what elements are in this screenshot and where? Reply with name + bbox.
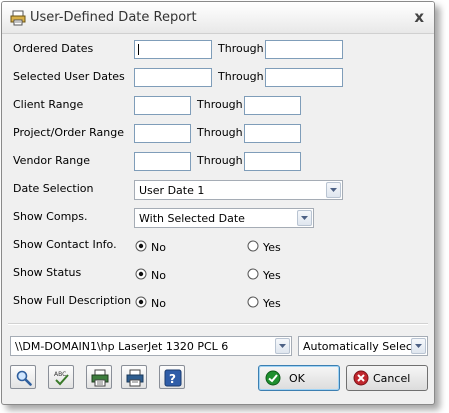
show-full-description-yes-label: Yes (263, 297, 281, 310)
svg-text:?: ? (169, 372, 176, 386)
ok-button[interactable]: OK (258, 365, 340, 391)
show-comps-value: With Selected Date (139, 212, 245, 225)
search-icon (16, 370, 32, 386)
close-icon[interactable]: x (414, 8, 424, 26)
show-status-no-label: No (151, 269, 166, 282)
ordered-dates-label: Ordered Dates (13, 42, 94, 55)
show-full-description-yes-radio[interactable] (247, 296, 259, 308)
selected-user-dates-through-label: Through (218, 70, 264, 83)
chevron-down-icon[interactable] (275, 338, 290, 354)
vendor-range-through-label: Through (197, 154, 243, 167)
title-bar: User-Defined Date Report x (2, 2, 434, 34)
client-range-to-input[interactable] (244, 96, 301, 115)
svg-text:ABC: ABC (54, 371, 66, 378)
cancel-label: Cancel (373, 372, 411, 385)
window-title: User-Defined Date Report (30, 10, 197, 25)
project-order-range-to-input[interactable] (244, 124, 301, 143)
print-preview-button[interactable] (86, 365, 112, 389)
date-selection-label: Date Selection (13, 182, 94, 195)
selected-user-dates-to-input[interactable] (265, 68, 343, 87)
project-order-range-through-label: Through (197, 126, 243, 139)
project-order-range-label: Project/Order Range (13, 126, 124, 139)
help-button[interactable]: ? (159, 365, 185, 389)
print-preview-icon (91, 369, 109, 387)
client-range-through-label: Through (197, 98, 243, 111)
paper-tray-dropdown[interactable]: Automatically Select (298, 336, 428, 356)
paper-tray-value: Automatically Select (303, 340, 417, 353)
show-full-description-no-label: No (151, 297, 166, 310)
show-comps-dropdown[interactable]: With Selected Date (134, 208, 314, 228)
show-full-description-label: Show Full Description (13, 294, 132, 307)
report-dialog: User-Defined Date Report x Ordered Dates… (1, 1, 435, 405)
selected-user-dates-from-input[interactable] (134, 68, 212, 87)
selected-user-dates-label: Selected User Dates (13, 70, 125, 83)
chevron-down-icon[interactable] (411, 338, 426, 354)
show-contact-info-yes-label: Yes (263, 241, 281, 254)
chevron-down-icon[interactable] (297, 210, 312, 226)
show-contact-info-yes-radio[interactable] (247, 240, 259, 252)
print-icon (126, 369, 144, 387)
print-button[interactable] (121, 365, 147, 389)
show-status-label: Show Status (13, 266, 82, 279)
help-icon: ? (164, 369, 182, 387)
show-full-description-no-radio[interactable] (135, 296, 147, 308)
show-status-no-radio[interactable] (135, 268, 147, 280)
project-order-range-from-input[interactable] (134, 124, 191, 143)
show-comps-label: Show Comps. (13, 210, 88, 223)
spellcheck-icon: ABC (54, 371, 69, 386)
printer-report-icon (10, 10, 26, 26)
chevron-down-icon[interactable] (326, 182, 341, 198)
show-contact-info-no-radio[interactable] (135, 240, 147, 252)
vendor-range-from-input[interactable] (134, 152, 191, 171)
vendor-range-to-input[interactable] (244, 152, 301, 171)
show-contact-info-label: Show Contact Info. (13, 238, 117, 251)
show-status-yes-label: Yes (263, 269, 281, 282)
ordered-dates-from-input[interactable] (134, 40, 212, 59)
show-status-yes-radio[interactable] (247, 268, 259, 280)
divider (8, 323, 428, 325)
spellcheck-button[interactable]: ABC (48, 365, 74, 389)
date-selection-dropdown[interactable]: User Date 1 (134, 180, 343, 200)
ordered-dates-through-label: Through (218, 42, 264, 55)
show-contact-info-no-label: No (151, 241, 166, 254)
printer-value: \\DM-DOMAIN1\hp LaserJet 1320 PCL 6 (15, 340, 229, 353)
client-range-from-input[interactable] (134, 96, 191, 115)
ok-label: OK (289, 372, 305, 385)
client-range-label: Client Range (13, 98, 84, 111)
printer-dropdown[interactable]: \\DM-DOMAIN1\hp LaserJet 1320 PCL 6 (10, 336, 292, 356)
date-selection-value: User Date 1 (139, 184, 205, 197)
checkmark-icon (265, 370, 281, 386)
ordered-dates-to-input[interactable] (265, 40, 343, 59)
text-cursor (138, 44, 139, 55)
vendor-range-label: Vendor Range (13, 154, 91, 167)
cancel-x-icon (353, 370, 369, 386)
search-button[interactable] (10, 365, 36, 389)
cancel-button[interactable]: Cancel (346, 365, 428, 391)
